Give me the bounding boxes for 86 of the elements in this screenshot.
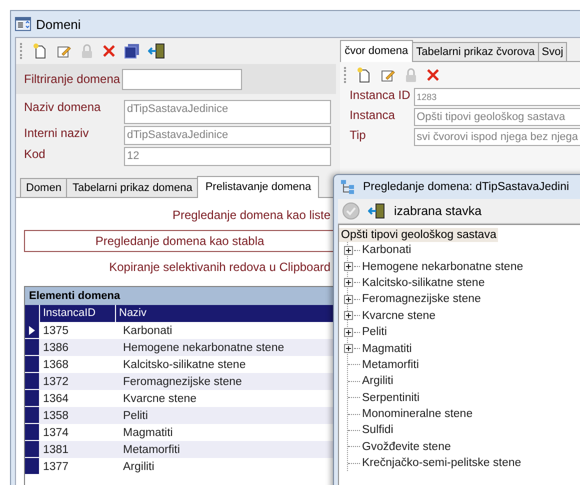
text-field[interactable]: Opšti tipovi geološkog sastava — [414, 108, 580, 126]
filter-field[interactable] — [122, 68, 242, 90]
table-cell-text: 1358 — [42, 410, 70, 422]
tree-node[interactable]: Kalcitsko-silikatne stene — [362, 276, 485, 289]
window-list-icon — [15, 17, 31, 31]
expand-plus-icon[interactable] — [344, 278, 353, 288]
field-label: Instanca — [350, 108, 396, 122]
table-cell-text: Magmatiti — [122, 426, 174, 438]
tree-node[interactable]: Peliti — [362, 326, 387, 338]
table-cell-text: Kalcitsko-silikatne stene — [122, 358, 247, 370]
tree-node[interactable]: Serpentiniti — [362, 392, 420, 404]
field-label: Filtriranje domena — [24, 73, 122, 85]
table-cell-text: Peliti — [122, 410, 149, 422]
row-header[interactable] — [25, 373, 39, 390]
window-title: Domeni — [36, 16, 81, 32]
row-header[interactable] — [25, 390, 39, 407]
tree-node[interactable]: Karbonati — [362, 244, 412, 256]
row-header[interactable] — [25, 356, 39, 373]
text-field[interactable]: dTipSastavaJedinice — [124, 126, 331, 145]
exit-door-icon[interactable] — [148, 43, 166, 59]
table-cell-text: Karbonati — [122, 324, 174, 336]
table-cell-text: Hemogene nekarbonatne stene — [122, 342, 286, 354]
expand-plus-icon[interactable] — [344, 246, 353, 255]
delete-icon[interactable] — [102, 44, 116, 58]
table-cell-text: Kvarcne stene — [122, 392, 198, 404]
table-cell-text: 1374 — [42, 426, 70, 438]
delete-icon[interactable] — [426, 68, 440, 82]
table-cell-text: 1375 — [42, 324, 70, 336]
field-label: Kod — [24, 147, 46, 161]
table-cell-text: Argiliti — [122, 460, 156, 472]
field-label: Instanca ID — [350, 88, 412, 102]
new-document-icon[interactable] — [356, 67, 372, 83]
table-cell-text: 1386 — [42, 342, 70, 354]
link-button[interactable]: Kopiranje selektivanih redova u Clipboard — [24, 256, 336, 278]
expand-plus-icon[interactable] — [344, 328, 353, 337]
tree-node[interactable]: Feromagnezijske stene — [362, 293, 481, 306]
tab[interactable]: čvor domena — [340, 40, 414, 62]
table-cell-text: 1381 — [42, 444, 70, 456]
table-cell-text: 1364 — [42, 392, 70, 404]
save-icon[interactable] — [124, 43, 140, 59]
tab[interactable]: Domen — [20, 178, 68, 197]
toolbar-label: izabrana stavka — [394, 204, 482, 218]
table-cell-text: 1372 — [42, 376, 70, 388]
field-label: Naziv domena — [24, 100, 102, 114]
row-header[interactable] — [25, 407, 39, 424]
tree-node[interactable]: Krečnjačko-semi-pelitske stene — [362, 457, 522, 470]
exit-door-icon[interactable] — [368, 203, 386, 219]
grid-title: Elementi domena — [25, 287, 335, 305]
row-header[interactable] — [25, 424, 39, 441]
row-header[interactable] — [25, 458, 39, 475]
tab[interactable]: Svoj — [538, 42, 568, 61]
row-header[interactable] — [25, 339, 39, 356]
tab[interactable]: Prelistavanje domena — [197, 176, 320, 198]
new-document-icon[interactable] — [32, 43, 48, 59]
expand-plus-icon[interactable] — [344, 344, 353, 354]
tree-node[interactable]: Sulfidi — [362, 424, 394, 436]
tree-node[interactable]: Kvarcne stene — [362, 310, 436, 322]
column-header[interactable]: InstancaID — [39, 305, 115, 322]
tree-node[interactable]: Metamorfiti — [362, 358, 419, 371]
tree-node[interactable]: Gvožđevite stene — [362, 440, 451, 453]
check-icon[interactable] — [342, 202, 360, 220]
tree-node[interactable]: Hemogene nekarbonatne stene — [362, 260, 524, 273]
expand-plus-icon[interactable] — [344, 262, 353, 272]
table-cell-text: 1377 — [42, 460, 70, 472]
row-header[interactable] — [25, 441, 39, 458]
row-header[interactable] — [25, 322, 39, 339]
text-field[interactable]: svi čvorovi ispod njega bez njega — [414, 128, 580, 146]
tree-node[interactable]: Monomineralne stene — [362, 408, 473, 420]
tab[interactable]: Tabelarni prikaz čvorova — [412, 42, 539, 61]
tab[interactable]: Tabelarni prikaz domena — [66, 178, 198, 197]
dialog-title: Pregledanje domena: dTipSastavaJedini — [363, 181, 570, 193]
tree-node[interactable]: Magmatiti — [362, 342, 412, 355]
tree-node[interactable]: Opšti tipovi geološkog sastava — [339, 228, 498, 242]
link-button[interactable]: Pregledanje domena kao liste — [24, 204, 336, 226]
table-cell-text: Feromagnezijske stene — [122, 376, 243, 388]
expand-plus-icon[interactable] — [344, 294, 353, 304]
field-label: Tip — [350, 128, 367, 142]
table-cell-text: Metamorfiti — [122, 444, 181, 456]
field-label: Interni naziv — [24, 126, 90, 140]
tree-node[interactable]: Argiliti — [362, 375, 394, 388]
text-field[interactable]: 1283 — [414, 88, 580, 106]
expand-plus-icon[interactable] — [344, 311, 353, 320]
table-cell-text: 1368 — [42, 358, 70, 370]
text-field[interactable]: dTipSastavaJedinice — [124, 100, 331, 124]
link-button[interactable]: Pregledanje domena kao stabla — [24, 230, 336, 252]
text-field[interactable]: 12 — [124, 147, 331, 166]
